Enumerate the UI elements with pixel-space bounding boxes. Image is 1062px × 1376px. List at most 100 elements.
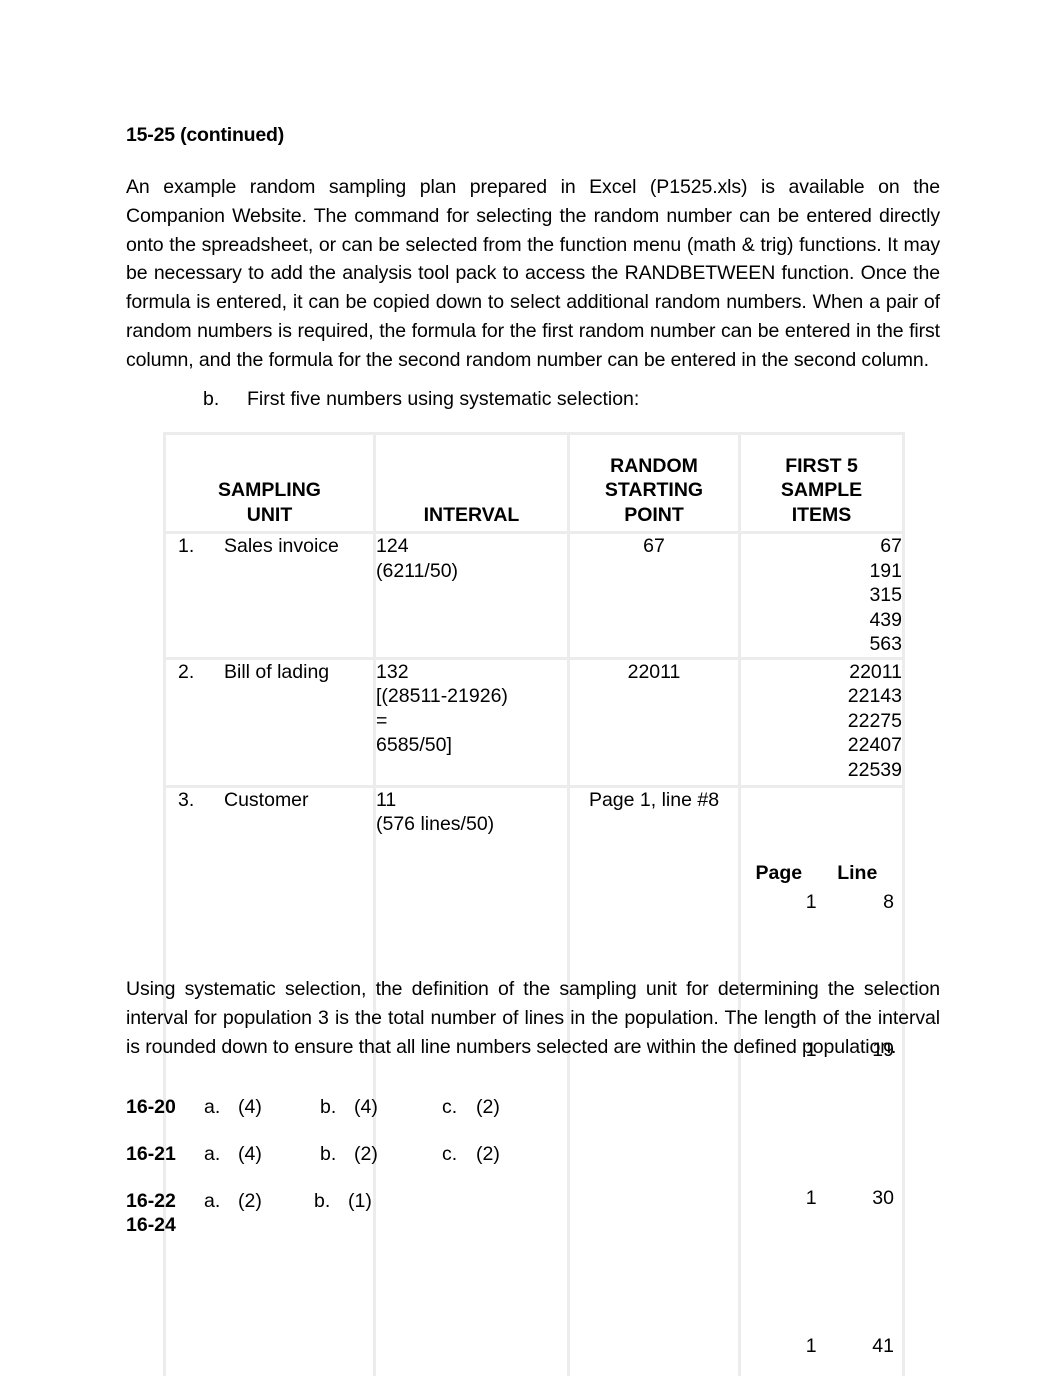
sample-item: 315 (869, 584, 902, 606)
sampling-plan-table-wrapper: SAMPLING UNIT INTERVAL RANDOM STARTING P… (163, 432, 905, 1376)
answer-code: 16-21 (126, 1143, 176, 1165)
sample-item: 191 (869, 559, 902, 582)
intro-paragraph: An example random sampling plan prepared… (126, 176, 940, 371)
sample-item: 67 (880, 535, 902, 557)
answer-part-value: (2) (476, 1143, 500, 1165)
cell-random-starting-point: 67 (567, 531, 741, 660)
answer-part-value: (4) (238, 1096, 262, 1118)
row-unit-name: Bill of lading (224, 660, 330, 683)
answer-part-value: (4) (354, 1096, 378, 1118)
table-row: 1. Sales invoice 124 (6211/50) 67 67 191 … (163, 531, 905, 660)
sample-item: 22011 (849, 660, 902, 683)
answer-part-value: (4) (238, 1143, 262, 1165)
header-line: SAMPLING (218, 479, 321, 501)
column-header-random-starting-point: RANDOM STARTING POINT (567, 432, 741, 534)
answer-code: 16-22 (126, 1190, 176, 1212)
sample-item: 22143 (847, 685, 902, 707)
table-header-row: SAMPLING UNIT INTERVAL RANDOM STARTING P… (163, 432, 905, 534)
column-header-interval: INTERVAL (373, 432, 570, 534)
interval-line: 11 (376, 788, 397, 811)
cell-random-starting-point: Page 1, line #8 (567, 784, 741, 1376)
interval-line: (576 lines/50) (376, 813, 495, 835)
header-line: STARTING (604, 479, 704, 501)
header-line: POINT (624, 503, 684, 526)
answer-code: 16-20 (126, 1096, 176, 1118)
answer-part: a. (2) (204, 1190, 314, 1213)
table-row: 2. Bill of lading 132 [(28511-21926) = 65… (163, 656, 905, 788)
document-page: 15-25 (continued) An example random samp… (0, 0, 1062, 1376)
cell-interval: 132 [(28511-21926) = 6585/50] (373, 656, 570, 788)
cell-interval: 124 (6211/50) (373, 531, 570, 660)
answer-part: a. (4) (204, 1143, 320, 1166)
line-value: 30 (820, 1185, 894, 1334)
sub-item-text: First five numbers using systematic sele… (247, 388, 640, 410)
column-header-sampling-unit: SAMPLING UNIT (163, 432, 376, 534)
page-line-subtable: Page Line 1 8 1 19 1 30 1 41 (741, 793, 894, 1376)
table-row: 3. Customer 11 (576 lines/50) Page 1, lin… (163, 784, 905, 1376)
answer-part-letter: a. (204, 1190, 221, 1212)
answer-row-16-22: 16-22 a. (2) b. (1) (126, 1190, 500, 1214)
answer-code: 16-24 (126, 1214, 176, 1236)
header-line: RANDOM (610, 454, 698, 477)
interval-line: 6585/50] (376, 734, 452, 756)
cell-sample-items: 67 191 315 439 563 (738, 531, 905, 660)
answer-list: 16-20 a. (4) b. (4) c. (2) 16-21 a. (4) b. (2) c. (2… (126, 1096, 500, 1261)
page-value: 1 (741, 1333, 821, 1376)
sample-item: 22275 (847, 709, 902, 732)
answer-part: c. (2) (442, 1143, 500, 1166)
header-line: SAMPLE (780, 479, 863, 501)
header-line: FIRST 5 (785, 454, 858, 477)
answer-row-16-21: 16-21 a. (4) b. (2) c. (2) (126, 1143, 500, 1167)
answer-row-16-20: 16-20 a. (4) b. (4) c. (2) (126, 1096, 500, 1120)
answer-row-16-24: 16-24 (126, 1214, 500, 1238)
answer-part-letter: a. (204, 1096, 221, 1118)
header-line: INTERVAL (423, 503, 520, 526)
interval-line: 124 (376, 535, 409, 557)
sample-item: 22407 (847, 734, 902, 756)
answer-part-value: (2) (354, 1143, 378, 1165)
cell-sampling-unit: 1. Sales invoice (163, 531, 376, 660)
answer-part-value: (2) (476, 1096, 500, 1118)
answer-part-value: (2) (238, 1190, 262, 1212)
answer-part: c. (2) (442, 1096, 500, 1119)
subheader-line: Line (820, 793, 894, 890)
answer-part: b. (1) (314, 1190, 419, 1213)
cell-random-starting-point: 22011 (567, 656, 741, 788)
answer-part-value: (1) (348, 1190, 372, 1212)
line-value: 41 (820, 1333, 894, 1376)
row-number: 1. (178, 535, 195, 557)
row-number: 3. (178, 788, 195, 811)
column-header-first-5-sample-items: FIRST 5 SAMPLE ITEMS (738, 432, 905, 534)
header-line: ITEMS (791, 503, 852, 526)
answer-part-letter: b. (320, 1143, 337, 1165)
page-line-row: 1 41 (741, 1333, 894, 1376)
explanation-paragraph: Using systematic selection, the definiti… (126, 978, 940, 1058)
cell-sampling-unit: 2. Bill of lading (163, 656, 376, 788)
answer-part: b. (2) (320, 1143, 442, 1166)
answer-part-letter: b. (314, 1190, 331, 1212)
header-line: UNIT (246, 503, 293, 526)
answer-part: a. (4) (204, 1096, 320, 1119)
interval-line: (6211/50) (376, 559, 459, 582)
cell-sample-items-page-line: Page Line 1 8 1 19 1 30 1 41 (738, 784, 905, 1376)
answer-part: b. (4) (320, 1096, 442, 1119)
interval-line: 132 (376, 660, 409, 683)
sample-item: 439 (869, 608, 902, 631)
subheader-page: Page (741, 793, 821, 890)
cell-interval: 11 (576 lines/50) (373, 784, 570, 1376)
answer-part-letter: c. (442, 1143, 458, 1165)
answer-part-letter: c. (442, 1096, 458, 1118)
row-number: 2. (178, 660, 195, 683)
interval-line: [(28511-21926) (376, 685, 508, 707)
cell-sampling-unit: 3. Customer (163, 784, 376, 1376)
answer-part-letter: a. (204, 1143, 221, 1165)
sample-item: 563 (869, 633, 902, 655)
cell-sample-items: 22011 22143 22275 22407 22539 (738, 656, 905, 788)
row-unit-name: Customer (224, 788, 309, 811)
sample-item: 22539 (847, 758, 902, 781)
page-title: 15-25 (continued) (126, 124, 285, 146)
row-unit-name: Sales invoice (224, 535, 339, 557)
answer-part-letter: b. (320, 1096, 337, 1118)
interval-line: = (376, 709, 388, 732)
sub-item-b: b. First five numbers using systematic se… (203, 388, 639, 411)
